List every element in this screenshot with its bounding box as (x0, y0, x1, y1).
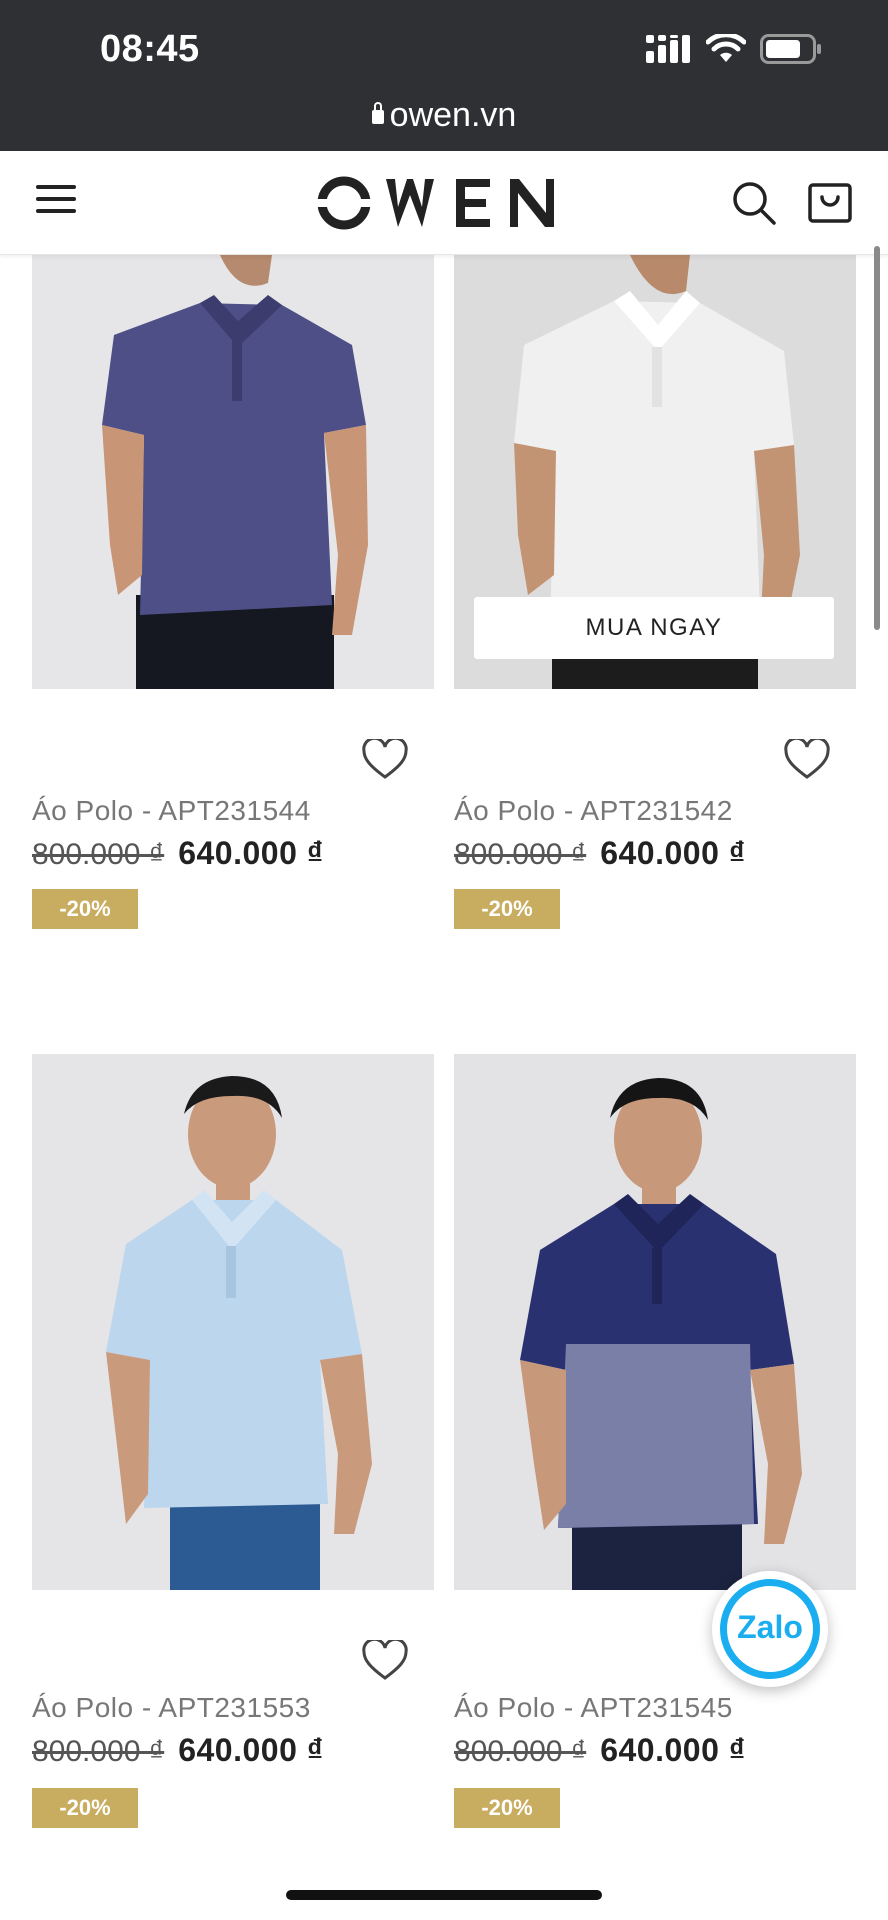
cellular-signal-icon (646, 35, 690, 63)
sale-price: 640.000 ₫ (600, 1732, 746, 1768)
owen-logo[interactable] (314, 173, 574, 233)
original-price: 800.000 ₫ (454, 1735, 587, 1768)
shopping-bag-icon[interactable] (806, 179, 854, 227)
product-name[interactable]: Áo Polo - APT231545 (454, 1692, 733, 1724)
page-scrollbar[interactable] (874, 246, 880, 630)
status-icons (646, 34, 822, 64)
discount-badge: -20% (32, 889, 138, 929)
original-price: 800.000 ₫ (454, 838, 587, 871)
product-name[interactable]: Áo Polo - APT231542 (454, 795, 733, 827)
sale-price: 640.000 ₫ (600, 835, 746, 871)
search-icon[interactable] (730, 179, 778, 227)
hamburger-menu-icon[interactable] (36, 185, 76, 219)
discount-badge: -20% (454, 889, 560, 929)
product-card[interactable]: Áo Polo - APT231544 800.000 ₫ 640.000 ₫ … (32, 255, 434, 935)
battery-icon (760, 34, 821, 64)
wishlist-heart-icon[interactable] (362, 1640, 408, 1682)
product-image[interactable] (454, 1054, 856, 1590)
original-price: 800.000 ₫ (32, 838, 165, 871)
product-image[interactable] (32, 255, 434, 689)
status-bar: 08:45 owen.vn (0, 0, 888, 151)
product-card[interactable]: MUA NGAY Áo Polo - APT231542 800.000 ₫ 6… (454, 255, 856, 935)
product-card[interactable]: Áo Polo - APT231553 800.000 ₫ 640.000 ₫ … (32, 1054, 434, 1844)
lock-icon (371, 102, 384, 124)
product-name[interactable]: Áo Polo - APT231553 (32, 1692, 311, 1724)
status-time: 08:45 (100, 28, 200, 70)
wishlist-heart-icon[interactable] (362, 739, 408, 781)
product-prices: 800.000 ₫ 640.000 ₫ (32, 1732, 324, 1769)
zalo-chat-button[interactable]: Zalo (712, 1571, 828, 1687)
discount-badge: -20% (32, 1788, 138, 1828)
product-name[interactable]: Áo Polo - APT231544 (32, 795, 311, 827)
discount-badge: -20% (454, 1788, 560, 1828)
product-prices: 800.000 ₫ 640.000 ₫ (32, 835, 324, 872)
product-image[interactable] (32, 1054, 434, 1590)
site-header (0, 151, 888, 255)
url-text: owen.vn (389, 96, 517, 134)
original-price: 800.000 ₫ (32, 1735, 165, 1768)
product-prices: 800.000 ₫ 640.000 ₫ (454, 835, 746, 872)
browser-url-bar[interactable]: owen.vn (0, 96, 888, 135)
sale-price: 640.000 ₫ (178, 835, 324, 871)
zalo-label: Zalo (737, 1609, 803, 1645)
sale-price: 640.000 ₫ (178, 1732, 324, 1768)
buy-now-button[interactable]: MUA NGAY (474, 597, 834, 659)
wishlist-heart-icon[interactable] (784, 739, 830, 781)
product-card[interactable]: Áo Polo - APT231545 800.000 ₫ 640.000 ₫ … (454, 1054, 856, 1844)
home-indicator[interactable] (286, 1890, 602, 1900)
product-prices: 800.000 ₫ 640.000 ₫ (454, 1732, 746, 1769)
product-image[interactable]: MUA NGAY (454, 255, 856, 689)
wifi-icon (706, 34, 746, 62)
